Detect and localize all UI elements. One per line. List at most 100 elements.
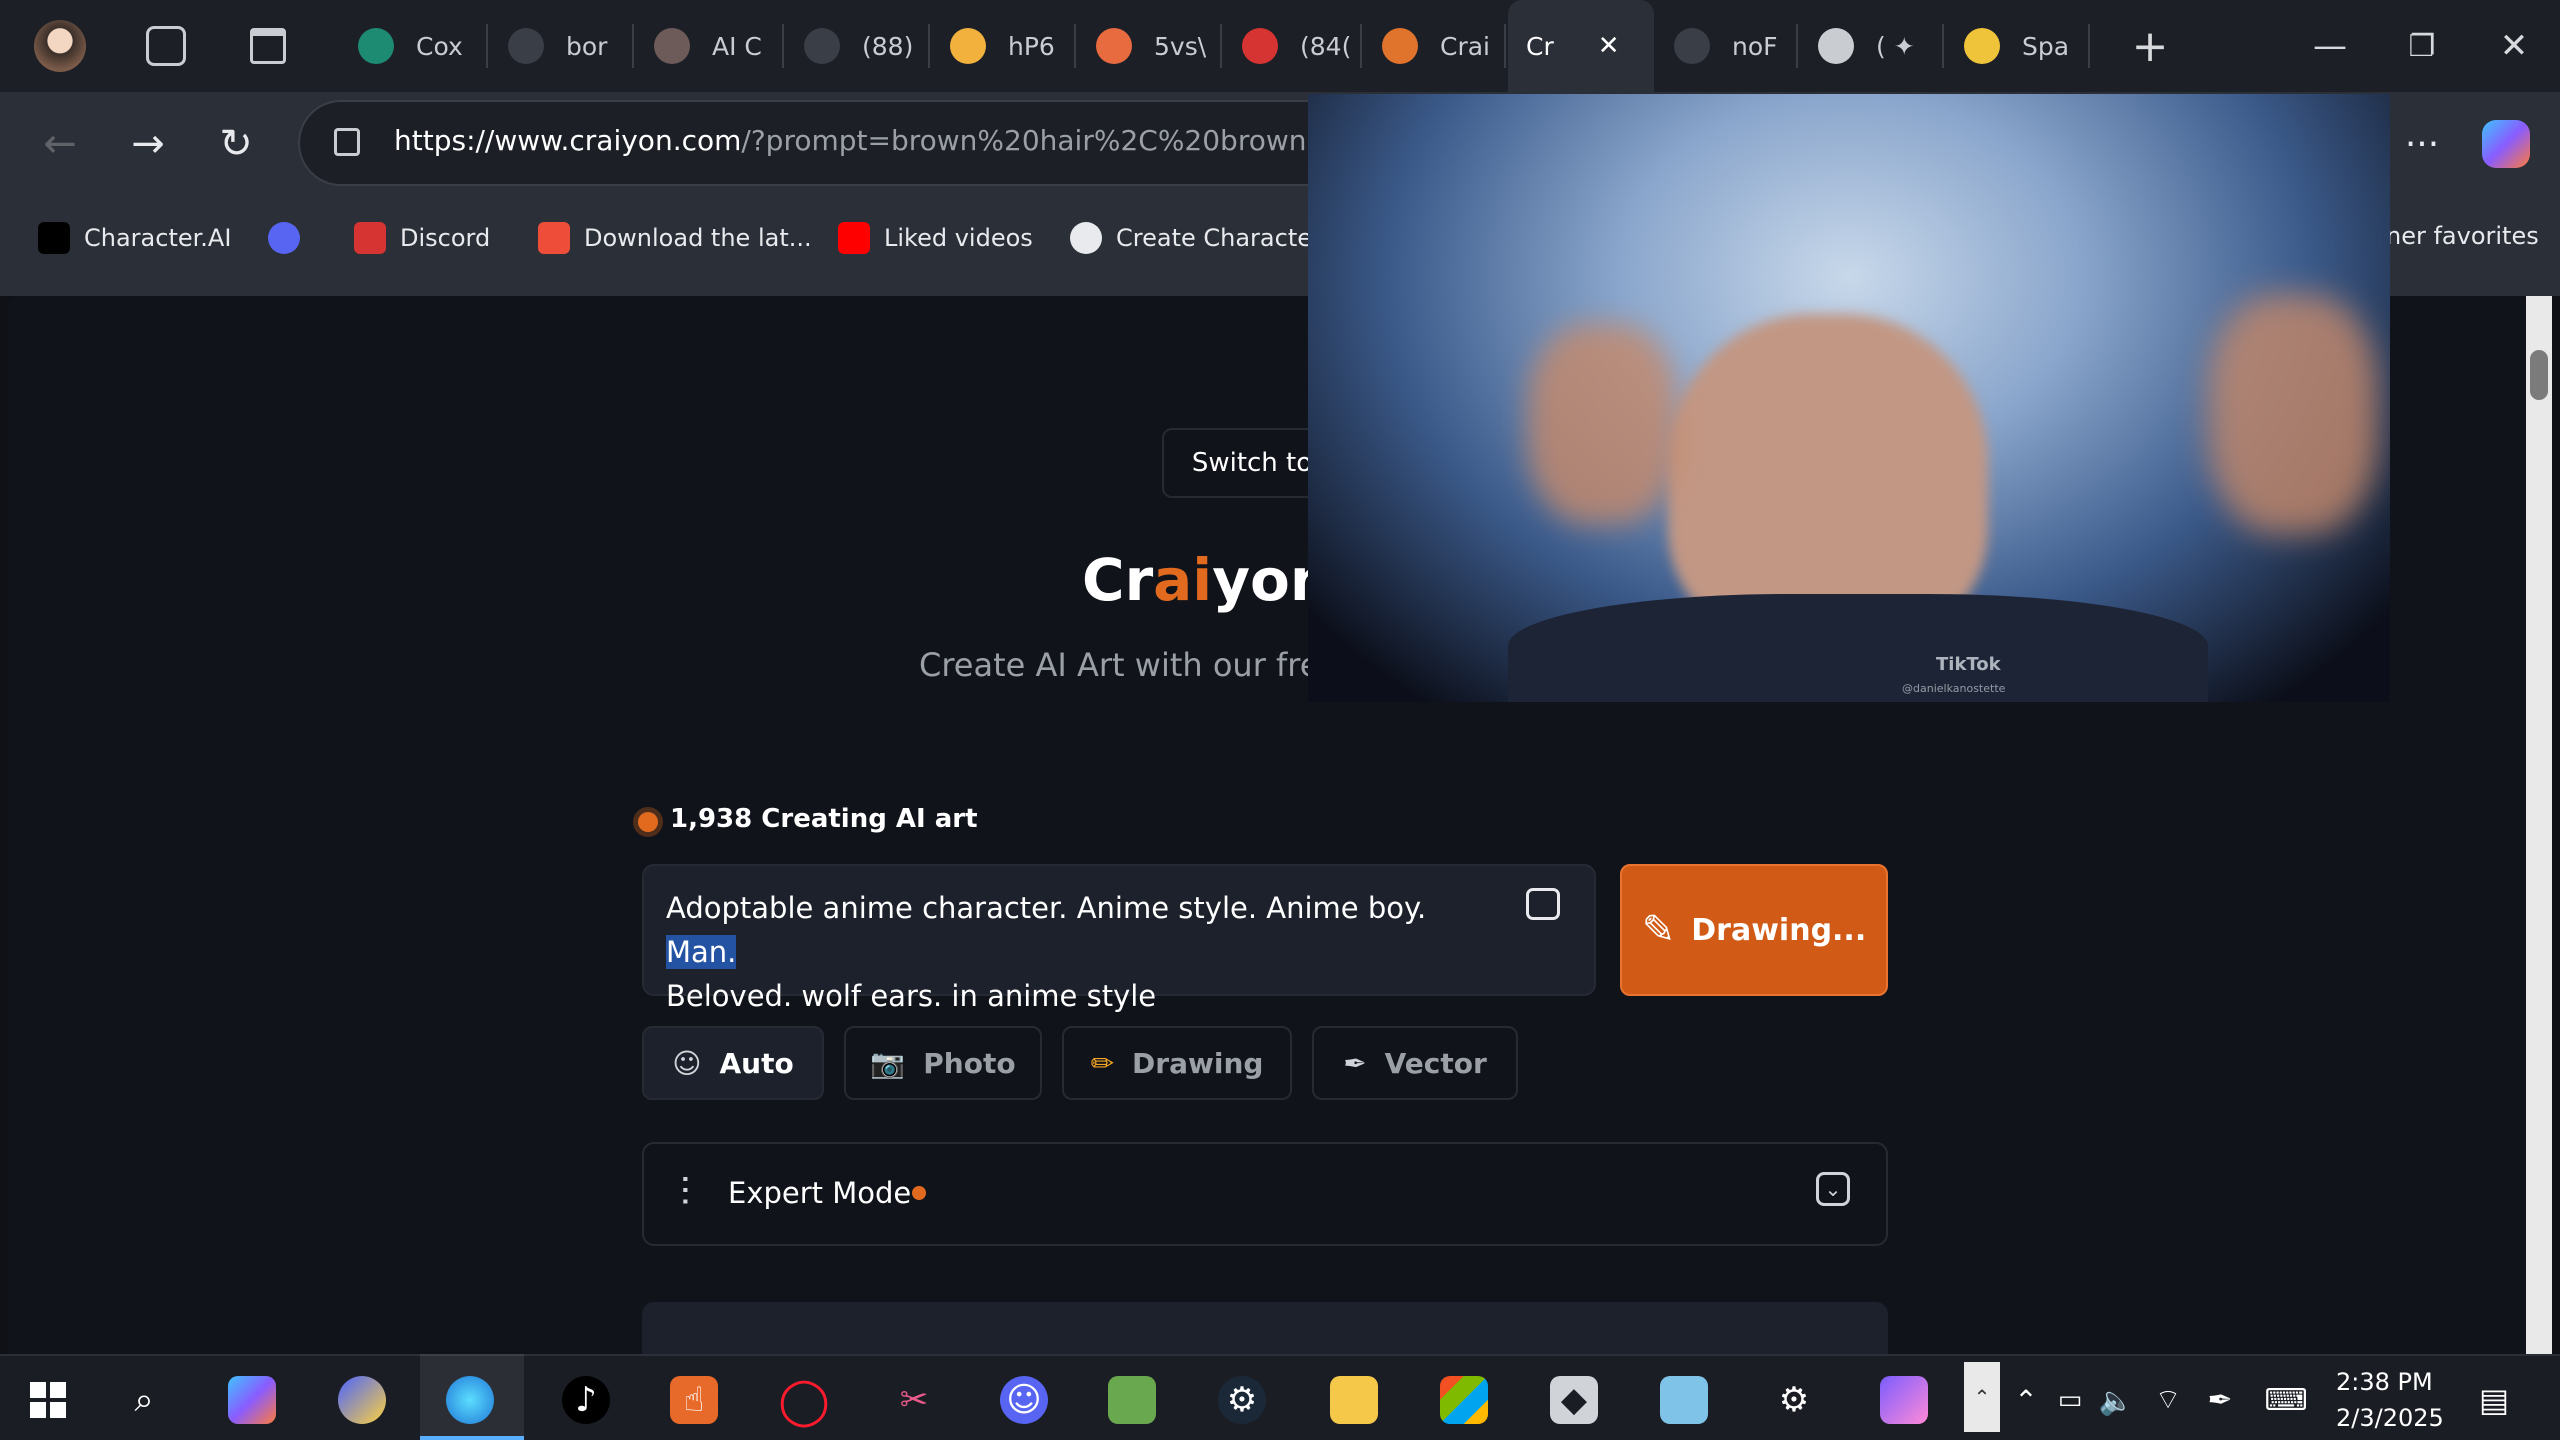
app-taskbar-icon[interactable]	[338, 1376, 386, 1424]
vertical-tabs-icon[interactable]	[250, 28, 286, 64]
favorite-icon	[38, 222, 70, 254]
roblox-icon[interactable]: ◆	[1550, 1376, 1598, 1424]
tiktok-icon[interactable]: ♪	[562, 1376, 610, 1424]
prompt-input[interactable]: Adoptable anime character. Anime style. …	[642, 864, 1596, 1013]
overflow-chevron-icon[interactable]: ⌃	[1964, 1362, 2000, 1432]
file-explorer-icon[interactable]	[1330, 1376, 1378, 1424]
browser-tab[interactable]: (88)	[786, 0, 930, 92]
tap-app-icon[interactable]: ☝	[670, 1376, 718, 1424]
tab-favicon-icon	[1818, 28, 1854, 64]
image-upload-icon[interactable]	[1526, 888, 1560, 920]
clock-date[interactable]: 2/3/2025	[2336, 1404, 2444, 1432]
brand-logo: Craiyon	[1082, 546, 1332, 614]
browser-tab[interactable]: Cox	[340, 0, 488, 92]
wifi-icon[interactable]: ⌔	[2144, 1376, 2192, 1424]
chevron-down-icon[interactable]: ⌄	[1816, 1172, 1850, 1206]
restore-icon[interactable]: ❐	[2376, 0, 2468, 92]
browser-tab[interactable]: Cr ✕	[1508, 0, 1654, 92]
style-drawing-button[interactable]: ✏ Drawing	[1062, 1026, 1292, 1100]
minimize-icon[interactable]: —	[2284, 0, 2376, 92]
steam-icon[interactable]: ⚙	[1218, 1376, 1266, 1424]
browser-tab[interactable]: Spa	[1946, 0, 2090, 92]
tab-favicon-icon	[1382, 28, 1418, 64]
browser-tab[interactable]: ( ✦	[1800, 0, 1944, 92]
back-icon[interactable]: ←	[32, 116, 88, 172]
tab-separator	[486, 24, 488, 68]
tab-favicon-icon	[950, 28, 986, 64]
battery-icon: ▭	[2057, 1385, 2083, 1415]
search-icon[interactable]: ⌕	[120, 1376, 168, 1424]
favorite-item[interactable]	[268, 222, 314, 254]
favorite-icon	[1070, 222, 1102, 254]
favorite-item[interactable]: Discord	[354, 222, 490, 254]
minecraft-icon[interactable]	[1108, 1376, 1156, 1424]
url-host: https://www.craiyon.com	[394, 124, 742, 157]
settings-icon[interactable]: ⚙	[1770, 1376, 1818, 1424]
style-auto-icon: ☺	[672, 1046, 702, 1080]
tab-favicon-icon	[1242, 28, 1278, 64]
video-popup[interactable]: TikTok @danielkanostette	[1308, 94, 2390, 702]
lock-icon[interactable]	[334, 128, 360, 156]
notifications-icon[interactable]: ▤	[2470, 1376, 2518, 1424]
refresh-icon[interactable]: ↻	[208, 116, 264, 172]
tab-favicon-icon	[358, 28, 394, 64]
clock-time[interactable]: 2:38 PM	[2336, 1368, 2433, 1396]
favorite-item[interactable]: Liked videos	[838, 222, 1033, 254]
tab-separator	[1074, 24, 1076, 68]
notepad-icon[interactable]	[1660, 1376, 1708, 1424]
new-tab-icon[interactable]: +	[2104, 0, 2196, 92]
favorite-label: Discord	[400, 224, 491, 252]
page-scrollbar[interactable]	[2526, 296, 2552, 1354]
favorite-label: Character.AI	[84, 224, 232, 252]
more-icon[interactable]: ···	[2394, 116, 2450, 172]
url-text[interactable]: https://www.craiyon.com/?prompt=brown%20…	[394, 124, 1314, 157]
tab-separator	[1796, 24, 1798, 68]
style-vector-button[interactable]: ✒ Vector	[1312, 1026, 1518, 1100]
copilot-taskbar-icon[interactable]	[228, 1376, 276, 1424]
tiktok-watermark: TikTok	[1936, 654, 2001, 675]
forward-icon[interactable]: →	[120, 116, 176, 172]
tab-separator	[928, 24, 930, 68]
favorite-item[interactable]: Create Character	[1070, 222, 1322, 254]
tab-label: Crai	[1440, 31, 1490, 61]
favorite-item[interactable]: Download the lat...	[538, 222, 812, 254]
pen-icon[interactable]: ✒	[2196, 1376, 2244, 1424]
tab-label: Cr	[1526, 31, 1554, 61]
show-hidden-icon[interactable]: ⌃	[2002, 1376, 2050, 1424]
workspaces-icon[interactable]	[146, 26, 186, 66]
browser-tab[interactable]: noF	[1656, 0, 1798, 92]
scrollbar-thumb[interactable]	[2530, 350, 2548, 400]
favorite-item[interactable]: Character.AI	[38, 222, 231, 254]
style-auto-button[interactable]: ☺ Auto	[642, 1026, 824, 1100]
browser-tab[interactable]: bor	[490, 0, 634, 92]
paint-icon[interactable]: ✂	[890, 1376, 938, 1424]
close-icon[interactable]: ✕	[1598, 31, 1620, 61]
windows-start-icon[interactable]	[24, 1376, 72, 1424]
tiktok-handle: @danielkanostette	[1902, 682, 2006, 695]
edge-active-indicator	[420, 1354, 524, 1440]
store-icon[interactable]	[1440, 1376, 1488, 1424]
opera-icon[interactable]: ◯	[778, 1373, 829, 1427]
volume-icon[interactable]: 🔈	[2092, 1376, 2140, 1424]
copilot-icon[interactable]	[2482, 120, 2530, 168]
url-path: /?prompt=brown%20hair%2C%20brown%20eyes	[741, 124, 1314, 157]
style-photo-button[interactable]: 📷 Photo	[844, 1026, 1042, 1100]
game-avatar-icon[interactable]	[1880, 1376, 1928, 1424]
tab-favicon-icon	[1964, 28, 2000, 64]
favorite-icon	[268, 222, 300, 254]
browser-tab[interactable]: 5vs\	[1078, 0, 1222, 92]
discord-icon[interactable]: ☺	[1000, 1376, 1048, 1424]
tab-label: hP6	[1008, 31, 1055, 61]
close-window-icon[interactable]: ✕	[2468, 0, 2560, 92]
browser-tab[interactable]: Crai	[1364, 0, 1506, 92]
keyboard-icon[interactable]: ⌨	[2262, 1376, 2310, 1424]
style-label: Auto	[719, 1046, 794, 1080]
browser-tab[interactable]: AI C	[636, 0, 784, 92]
browser-tab[interactable]: hP6	[932, 0, 1076, 92]
browser-tab[interactable]: (84(	[1224, 0, 1362, 92]
profile-avatar[interactable]	[34, 20, 86, 72]
draw-button[interactable]: ✎ Drawing...	[1620, 864, 1888, 996]
other-favorites[interactable]: ner favorites	[2386, 222, 2539, 250]
creating-status: 1,938 Creating AI art	[670, 804, 978, 834]
expert-mode-dot	[912, 1186, 926, 1200]
